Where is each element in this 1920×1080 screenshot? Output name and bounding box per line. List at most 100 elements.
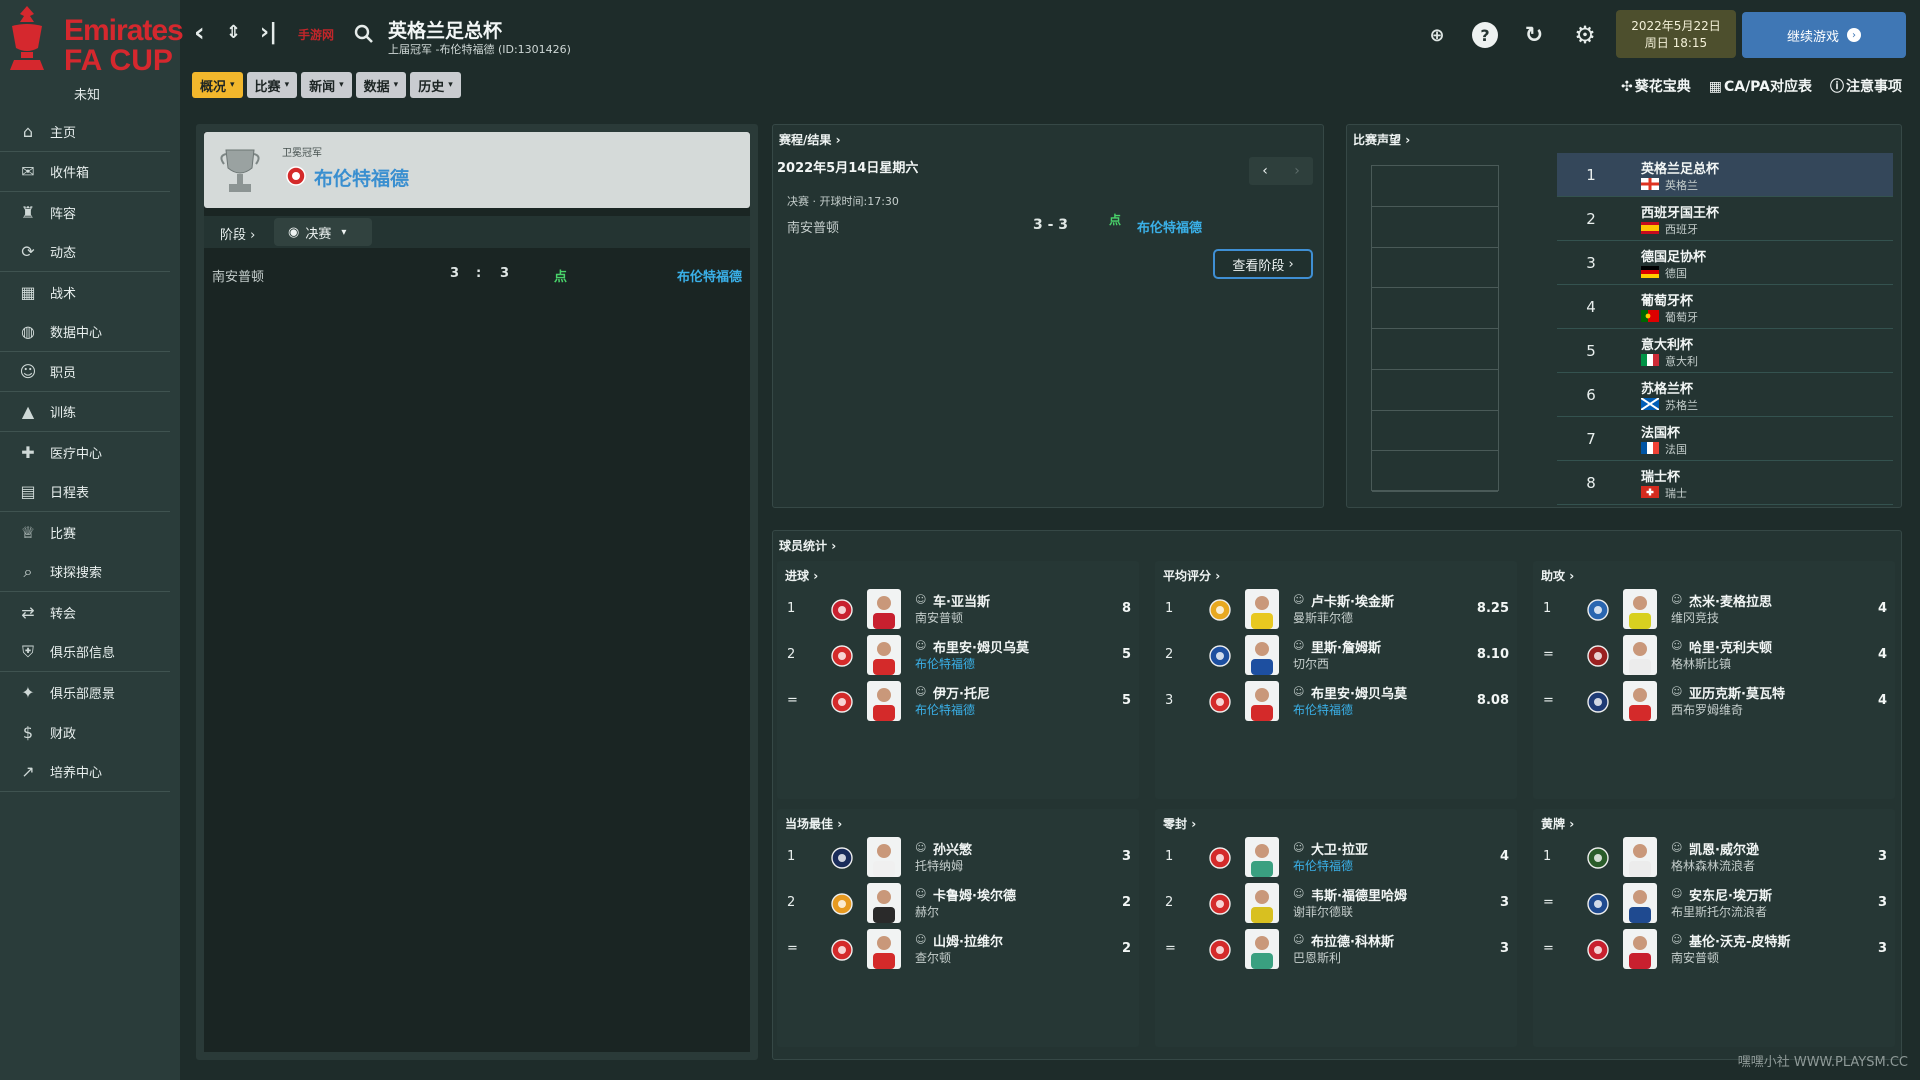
player-name[interactable]: 布拉德·科林斯: [1311, 931, 1394, 950]
sidebar-item-4[interactable]: ▦ 战术: [0, 272, 170, 312]
player-name[interactable]: 韦斯·福德里哈姆: [1311, 885, 1407, 904]
stage-dropdown[interactable]: ◉ 决赛 ▾: [274, 218, 372, 246]
sidebar-item-1[interactable]: ✉ 收件箱: [0, 152, 170, 192]
player-team[interactable]: 布伦特福德: [1293, 857, 1353, 874]
player-name[interactable]: 车·亚当斯: [933, 591, 990, 610]
stat-row[interactable]: = ☺ 布拉德·科林斯 巴恩斯利 3: [1155, 927, 1517, 971]
reputation-competition[interactable]: 英格兰足总杯: [1641, 158, 1719, 177]
stat-row[interactable]: 2 ☺ 里斯·詹姆斯 切尔西 8.10: [1155, 633, 1517, 677]
stat-row[interactable]: 1 ☺ 大卫·拉亚 布伦特福德 4: [1155, 835, 1517, 879]
player-name[interactable]: 卡鲁姆·埃尔德: [933, 885, 1016, 904]
player-stats-title[interactable]: 球员统计 ›: [779, 537, 836, 554]
reputation-competition[interactable]: 葡萄牙杯: [1641, 290, 1693, 309]
reputation-row[interactable]: 7 法国杯 法国: [1557, 417, 1893, 461]
globe-icon[interactable]: ⊕: [1424, 22, 1450, 48]
chevron-right-icon[interactable]: ›: [1281, 157, 1313, 185]
player-photo[interactable]: [1623, 883, 1657, 923]
sidebar-item-10[interactable]: ♕ 比赛: [0, 512, 170, 552]
quick-link-1[interactable]: ▦ CA/PA对应表: [1709, 76, 1812, 96]
player-name[interactable]: 亚历克斯·莫瓦特: [1689, 683, 1785, 702]
player-name[interactable]: 凯恩·威尔逊: [1689, 839, 1759, 858]
player-photo[interactable]: [867, 929, 901, 969]
player-photo[interactable]: [867, 681, 901, 721]
sidebar-item-13[interactable]: ⛨ 俱乐部信息: [0, 632, 170, 672]
reputation-row[interactable]: 5 意大利杯 意大利: [1557, 329, 1893, 373]
continue-game-button[interactable]: 继续游戏 ›: [1742, 12, 1906, 58]
sidebar-item-3[interactable]: ⟳ 动态: [0, 232, 170, 272]
stat-block-title[interactable]: 零封 ›: [1163, 815, 1196, 832]
player-photo[interactable]: [867, 837, 901, 877]
stat-row[interactable]: 1 ☺ 车·亚当斯 南安普顿 8: [777, 587, 1139, 631]
stat-block-title[interactable]: 进球 ›: [785, 567, 818, 584]
sidebar-item-15[interactable]: $ 财政: [0, 712, 170, 752]
player-name[interactable]: 哈里·克利夫顿: [1689, 637, 1772, 656]
reputation-competition[interactable]: 德国足协杯: [1641, 246, 1706, 265]
sidebar-item-7[interactable]: ▲ 训练: [0, 392, 170, 432]
up-down-icon[interactable]: ⇕: [226, 22, 241, 43]
reputation-row[interactable]: 1 英格兰足总杯 英格兰: [1557, 153, 1893, 197]
player-name[interactable]: 基伦·沃克-皮特斯: [1689, 931, 1790, 950]
player-team[interactable]: 南安普顿: [1671, 949, 1719, 966]
chevron-left-icon[interactable]: ‹: [1249, 157, 1281, 185]
stat-row[interactable]: 1 ☺ 凯恩·威尔逊 格林森林流浪者 3: [1533, 835, 1895, 879]
refresh-icon[interactable]: ↻: [1521, 22, 1547, 48]
player-name[interactable]: 卢卡斯·埃金斯: [1311, 591, 1394, 610]
player-photo[interactable]: [1245, 929, 1279, 969]
player-photo[interactable]: [1623, 837, 1657, 877]
search-icon[interactable]: [354, 24, 374, 44]
player-team[interactable]: 查尔顿: [915, 949, 951, 966]
player-photo[interactable]: [1245, 681, 1279, 721]
reputation-competition[interactable]: 法国杯: [1641, 422, 1680, 441]
player-team[interactable]: 巴恩斯利: [1293, 949, 1341, 966]
fixtures-title[interactable]: 赛程/结果 ›: [779, 131, 841, 148]
stat-row[interactable]: 2 ☺ 布里安·姆贝乌莫 布伦特福德 5: [777, 633, 1139, 677]
menu-2[interactable]: 新闻 ▾: [301, 72, 352, 98]
stat-row[interactable]: 3 ☺ 布里安·姆贝乌莫 布伦特福德 8.08: [1155, 679, 1517, 723]
sidebar-item-9[interactable]: ▤ 日程表: [0, 472, 170, 512]
sidebar-item-0[interactable]: ⌂ 主页: [0, 112, 170, 152]
reputation-row[interactable]: 6 苏格兰杯 苏格兰: [1557, 373, 1893, 417]
reputation-competition[interactable]: 西班牙国王杯: [1641, 202, 1719, 221]
stat-block-title[interactable]: 助攻 ›: [1541, 567, 1574, 584]
sidebar-item-12[interactable]: ⇄ 转会: [0, 592, 170, 632]
player-team[interactable]: 曼斯菲尔德: [1293, 609, 1353, 626]
player-photo[interactable]: [1245, 837, 1279, 877]
stat-row[interactable]: = ☺ 亚历克斯·莫瓦特 西布罗姆维奇 4: [1533, 679, 1895, 723]
reputation-competition[interactable]: 苏格兰杯: [1641, 378, 1693, 397]
reputation-row[interactable]: 2 西班牙国王杯 西班牙: [1557, 197, 1893, 241]
away-team[interactable]: 布伦特福德: [677, 266, 742, 285]
reputation-row[interactable]: 8 瑞士杯 瑞士: [1557, 461, 1893, 505]
defending-champion-card[interactable]: 卫冕冠军 布伦特福德: [204, 132, 750, 208]
stat-row[interactable]: = ☺ 哈里·克利夫顿 格林斯比镇 4: [1533, 633, 1895, 677]
stage-label[interactable]: 阶段 ›: [220, 224, 255, 243]
player-team[interactable]: 西布罗姆维奇: [1671, 701, 1743, 718]
quick-link-0[interactable]: ✣ 葵花宝典: [1621, 76, 1691, 96]
reputation-competition[interactable]: 瑞士杯: [1641, 466, 1680, 485]
gear-icon[interactable]: ⚙: [1572, 21, 1598, 49]
stat-row[interactable]: = ☺ 山姆·拉维尔 查尔顿 2: [777, 927, 1139, 971]
stat-block-title[interactable]: 当场最佳 ›: [785, 815, 842, 832]
fixture-home[interactable]: 南安普顿: [787, 217, 839, 236]
player-team[interactable]: 格林斯比镇: [1671, 655, 1731, 672]
player-name[interactable]: 里斯·詹姆斯: [1311, 637, 1381, 656]
home-team[interactable]: 南安普顿: [212, 266, 264, 285]
menu-1[interactable]: 比赛 ▾: [246, 72, 298, 98]
player-name[interactable]: 布里安·姆贝乌莫: [1311, 683, 1407, 702]
fixture-away[interactable]: 布伦特福德: [1137, 217, 1202, 236]
stat-row[interactable]: 2 ☺ 韦斯·福德里哈姆 谢菲尔德联 3: [1155, 881, 1517, 925]
view-stage-button[interactable]: 查看阶段 ›: [1213, 249, 1313, 279]
stat-row[interactable]: 1 ☺ 孙兴慜 托特纳姆 3: [777, 835, 1139, 879]
menu-4[interactable]: 历史 ▾: [410, 72, 461, 98]
player-photo[interactable]: [1623, 635, 1657, 675]
stat-row[interactable]: 1 ☺ 卢卡斯·埃金斯 曼斯菲尔德 8.25: [1155, 587, 1517, 631]
reputation-row[interactable]: 4 葡萄牙杯 葡萄牙: [1557, 285, 1893, 329]
player-team[interactable]: 布里斯托尔流浪者: [1671, 903, 1767, 920]
player-team[interactable]: 赫尔: [915, 903, 939, 920]
fixture-row[interactable]: 南安普顿 3 - 3 点 布伦特福德: [787, 213, 1317, 237]
player-photo[interactable]: [867, 883, 901, 923]
final-match-row[interactable]: 南安普顿 3 : 3 点 布伦特福德: [204, 262, 750, 286]
fixture-score[interactable]: 3 - 3: [1033, 217, 1068, 233]
sidebar-item-5[interactable]: ◍ 数据中心: [0, 312, 170, 352]
player-team[interactable]: 维冈竞技: [1671, 609, 1719, 626]
reputation-row[interactable]: 3 德国足协杯 德国: [1557, 241, 1893, 285]
